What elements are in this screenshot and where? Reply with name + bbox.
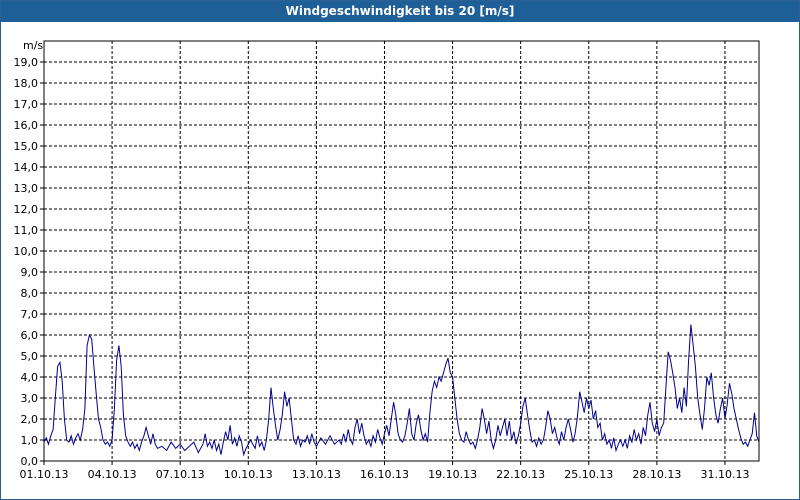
y-tick-label: 12,0 [14,203,39,216]
x-tick-label: 28.10.13 [632,468,681,481]
y-tick-label: 18,0 [14,77,39,90]
y-tick-label: 17,0 [14,98,39,111]
x-tick-label: 13.10.13 [292,468,341,481]
y-tick-label: 7,0 [21,308,39,321]
y-tick-label: 14,0 [14,161,39,174]
y-tick-label: 11,0 [14,224,39,237]
y-axis-ticks: 0,0 1,0 2,0 3,0 4,0 5,0 6,0 7,0 8,0 9,0 10,0 11,0 12… [14,56,44,468]
y-tick-label: 0,0 [21,455,39,468]
wind-speed-chart: 0,0 1,0 2,0 3,0 4,0 5,0 6,0 7,0 8,0 9,0 10,0 11,0 12… [14,39,760,481]
y-axis-unit-label: m/s [23,39,43,52]
x-tick-label: 10.10.13 [224,468,273,481]
x-tick-label: 01.10.13 [20,468,69,481]
y-tick-label: 8,0 [21,287,39,300]
y-tick-label: 5,0 [21,350,39,363]
y-tick-label: 3,0 [21,392,39,405]
x-tick-label: 04.10.13 [88,468,137,481]
y-tick-label: 1,0 [21,434,39,447]
y-tick-label: 13,0 [14,182,39,195]
y-tick-label: 15,0 [14,140,39,153]
y-tick-label: 10,0 [14,245,39,258]
y-tick-label: 19,0 [14,56,39,69]
x-tick-label: 22.10.13 [496,468,545,481]
y-tick-label: 9,0 [21,266,39,279]
x-tick-label: 25.10.13 [564,468,613,481]
x-tick-label: 31.10.13 [700,468,749,481]
y-tick-label: 6,0 [21,329,39,342]
x-axis-ticks: 01.10.13 04.10.13 07.10.13 10.10.13 13.10.13… [20,461,749,481]
y-tick-label: 2,0 [21,413,39,426]
chart-window: Windgeschwindigkeit bis 20 [m/s] 0,0 1,0 2… [0,0,800,500]
x-tick-label: 07.10.13 [156,468,205,481]
y-tick-label: 16,0 [14,119,39,132]
x-tick-label: 19.10.13 [428,468,477,481]
x-tick-label: 16.10.13 [360,468,409,481]
grid-lines [44,41,759,461]
y-tick-label: 4,0 [21,371,39,384]
